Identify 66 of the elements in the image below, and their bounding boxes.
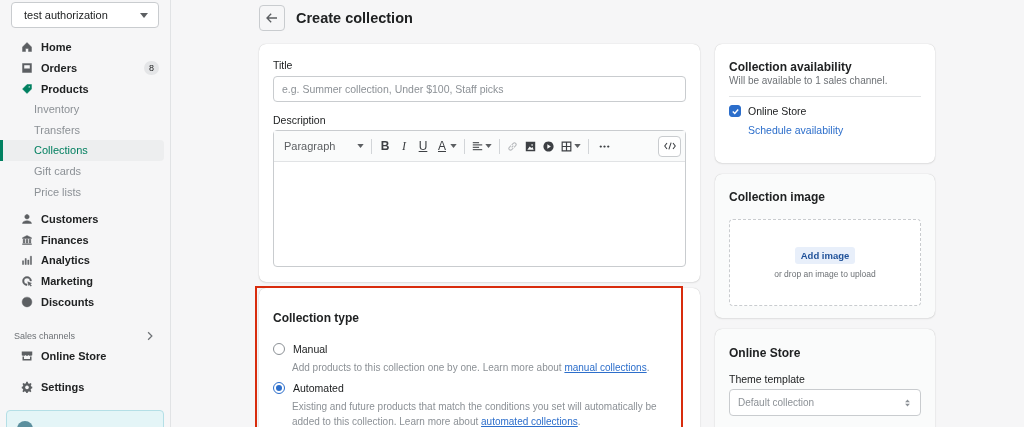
image-drop-zone[interactable]: Add image or drop an image to upload [729, 219, 921, 306]
card-subtitle: Will be available to 1 sales channel. [729, 75, 889, 86]
field-label: Description [273, 114, 327, 126]
rich-text-editor[interactable]: Paragraph B I U A [273, 130, 686, 267]
caret-icon [140, 12, 148, 18]
arrow-left-icon [266, 13, 278, 23]
field-label: Theme template [729, 373, 806, 385]
caret-icon[interactable] [574, 144, 581, 148]
table-icon[interactable] [561, 140, 572, 152]
nav-item[interactable]: Online Store [6, 345, 164, 367]
card-title: Collection availability [729, 60, 853, 74]
format-button[interactable]: U [417, 139, 429, 153]
gear-icon [21, 380, 33, 393]
storefront-icon [21, 350, 33, 363]
section-heading: Sales channels [14, 330, 76, 341]
caret-icon [357, 144, 364, 148]
align-left-icon[interactable] [472, 140, 483, 152]
field-label: Title [273, 59, 294, 71]
nav-item[interactable]: Settings [6, 376, 164, 398]
chevron-right-icon[interactable] [147, 330, 153, 341]
nav-item[interactable]: Products [6, 78, 164, 100]
count-badge: 8 [144, 61, 159, 76]
help-link[interactable]: manual collections [564, 362, 647, 373]
caret-icon[interactable] [485, 144, 492, 148]
add-image-button[interactable]: Add image [794, 246, 856, 264]
tag-icon [21, 82, 33, 95]
back-button[interactable] [259, 5, 285, 31]
more-icon[interactable] [599, 144, 610, 148]
card-title: Collection type [273, 311, 360, 325]
nav-item[interactable]: Marketing [6, 270, 164, 292]
card-title: Online Store [729, 346, 802, 360]
caret-icon[interactable] [450, 144, 457, 148]
card-title: Collection image [729, 190, 827, 204]
help-link[interactable]: automated collections [481, 416, 578, 427]
radio-label: Manual [293, 343, 328, 355]
nav-subitem[interactable]: Collections [0, 140, 164, 162]
nav-item[interactable]: Orders 8 [6, 57, 164, 79]
option-description: Add products to this collection one by one. Learn more about manual collections. [292, 361, 651, 375]
checkbox[interactable] [729, 105, 741, 117]
page-title: Create collection [296, 10, 413, 26]
person-icon [21, 212, 33, 225]
bar-chart-icon [21, 254, 33, 267]
nav-item[interactable]: Finances [6, 229, 164, 250]
target-cursor-icon [21, 274, 33, 287]
format-button[interactable]: A [436, 139, 448, 153]
option-description: Existing and future products that match the conditions you set will automatically be added to this collection. Learn more about automated collections. [292, 399, 658, 427]
nav-item[interactable]: Home [6, 37, 164, 58]
format-button[interactable]: B [379, 139, 391, 153]
format-button[interactable]: I [398, 138, 410, 154]
inbox-icon [21, 62, 33, 75]
nav-item[interactable]: Analytics [6, 249, 164, 271]
bank-icon [21, 233, 33, 246]
paragraph-dropdown[interactable]: Paragraph [284, 140, 364, 152]
schedule-link[interactable]: Schedule availability [748, 124, 844, 136]
store-selector[interactable]: test authorization [11, 2, 159, 28]
drop-hint: or drop an image to upload [774, 268, 876, 279]
sort-arrows-icon [905, 398, 910, 407]
nav-item[interactable]: Discounts [6, 291, 164, 312]
code-view-button[interactable] [658, 135, 681, 157]
nav-item[interactable]: Customers [6, 208, 164, 230]
title-input[interactable]: e.g. Summer collection, Under $100, Staff picks [273, 76, 686, 102]
radio-label: Automated [293, 381, 344, 394]
checkbox-label: Online Store [748, 105, 807, 117]
code-icon [663, 142, 676, 150]
house-icon [21, 41, 33, 54]
image-icon[interactable] [525, 140, 536, 152]
